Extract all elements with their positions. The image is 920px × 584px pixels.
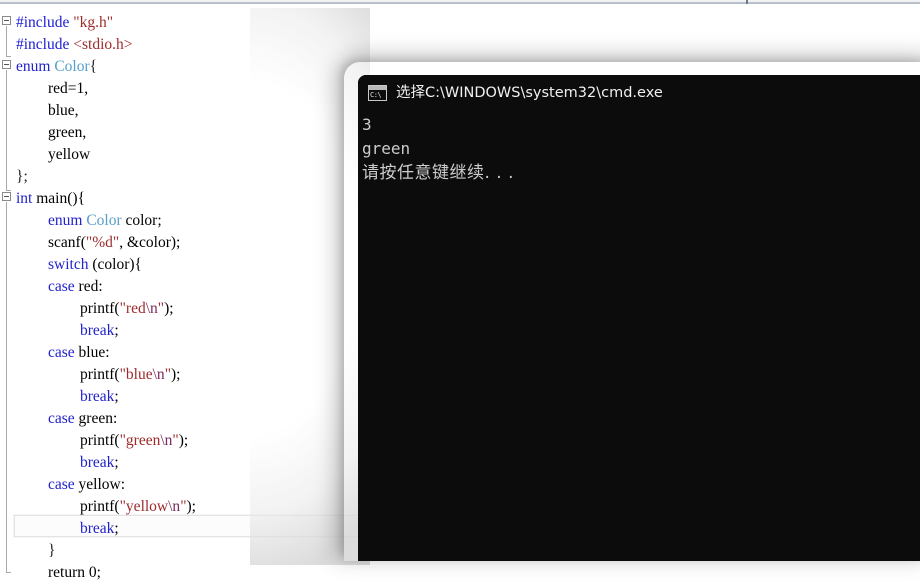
code-token: Color: [86, 212, 122, 229]
code-token: #include: [16, 36, 74, 53]
code-line[interactable]: case green:: [0, 408, 117, 430]
code-token: printf(: [80, 366, 120, 383]
code-line[interactable]: enum Color color;: [0, 210, 162, 232]
code-token: Color: [54, 58, 90, 75]
code-token: ;: [114, 322, 119, 339]
code-token: case: [48, 410, 79, 427]
code-token: return 0;: [48, 564, 101, 581]
code-token: <stdio.h>: [73, 36, 133, 53]
cmd-icon-prompt-glyph: C:\: [370, 91, 382, 99]
code-line[interactable]: yellow: [0, 144, 90, 166]
code-token: );: [171, 366, 181, 383]
code-token: blue,: [48, 102, 79, 119]
code-token: \n: [160, 432, 173, 449]
console-output-line: 3: [362, 115, 372, 134]
code-token: };: [16, 168, 28, 185]
code-line[interactable]: int main(){: [0, 188, 85, 210]
code-token: green:: [78, 410, 118, 427]
code-line[interactable]: #include <stdio.h>: [0, 34, 133, 56]
code-line[interactable]: red=1,: [0, 78, 88, 100]
code-token: "green: [119, 432, 161, 449]
code-token: "blue: [119, 366, 153, 383]
code-token: yellow: [48, 146, 91, 163]
code-token: blue:: [78, 344, 110, 361]
code-token: break: [80, 322, 115, 339]
code-token: yellow:: [78, 476, 126, 493]
code-token: red:: [78, 278, 103, 295]
code-token: {: [89, 58, 98, 75]
code-token: \n: [145, 300, 158, 317]
code-token: "yellow: [119, 498, 169, 515]
code-line[interactable]: case blue:: [0, 342, 110, 364]
code-token: int: [16, 190, 37, 207]
code-token: , &color);: [119, 234, 181, 251]
code-token: enum: [16, 58, 55, 75]
code-token: color;: [121, 212, 162, 229]
console-output-area[interactable]: 3 green 请按任意键继续. . .: [358, 111, 920, 561]
console-title-text: 选择C:\WINDOWS\system32\cmd.exe: [396, 85, 663, 101]
code-token: printf(: [80, 432, 120, 449]
code-token: main(){: [36, 190, 86, 207]
code-token: break: [80, 520, 115, 537]
code-token: #include: [16, 14, 74, 31]
code-token: case: [48, 278, 79, 295]
code-line[interactable]: blue,: [0, 100, 79, 122]
code-line[interactable]: return 0;: [0, 562, 101, 584]
code-line[interactable]: scanf("%d", &color);: [0, 232, 180, 254]
code-token: "red: [119, 300, 146, 317]
code-token: \n: [152, 366, 165, 383]
code-token: green,: [48, 124, 87, 141]
code-line[interactable]: };: [0, 166, 28, 188]
code-line[interactable]: break;: [0, 452, 119, 474]
code-token: printf(: [80, 300, 120, 317]
code-token: break: [80, 388, 115, 405]
cmd-console-icon: C:\: [368, 85, 387, 101]
code-line[interactable]: printf("blue\n");: [0, 364, 180, 386]
code-line[interactable]: }: [0, 540, 55, 562]
code-token: "kg.h": [73, 14, 114, 31]
code-line[interactable]: break;: [0, 386, 119, 408]
code-token: scanf(: [48, 234, 86, 251]
code-line[interactable]: case red:: [0, 276, 103, 298]
cmd-console-window[interactable]: C:\ 选择C:\WINDOWS\system32\cmd.exe 3 green…: [358, 75, 920, 561]
code-token: \n: [168, 498, 181, 515]
code-token: ;: [114, 454, 119, 471]
code-line[interactable]: printf("green\n");: [0, 430, 188, 452]
code-token: );: [178, 432, 189, 449]
code-line[interactable]: break;: [0, 320, 119, 342]
code-token: ;: [114, 520, 119, 537]
code-token: printf(: [80, 498, 120, 515]
code-line[interactable]: enum Color{: [0, 56, 97, 78]
code-line[interactable]: printf("red\n");: [0, 298, 174, 320]
code-token: );: [186, 498, 196, 515]
code-token: enum: [48, 212, 87, 229]
code-line[interactable]: case yellow:: [0, 474, 125, 496]
editor-edge-shading: [250, 8, 370, 565]
code-token: red=1,: [48, 80, 89, 97]
code-token: break: [80, 454, 115, 471]
console-output-line: green: [362, 139, 411, 158]
code-token: switch: [48, 256, 89, 273]
code-line[interactable]: switch (color){: [0, 254, 142, 276]
code-line[interactable]: green,: [0, 122, 86, 144]
console-output-line: 请按任意键继续. . .: [362, 163, 515, 183]
code-token: ;: [114, 388, 119, 405]
code-token: (color){: [88, 256, 142, 273]
code-line[interactable]: break;: [0, 518, 119, 540]
code-line[interactable]: printf("yellow\n");: [0, 496, 196, 518]
code-token: }: [48, 542, 56, 559]
code-token: case: [48, 476, 79, 493]
console-titlebar[interactable]: C:\ 选择C:\WINDOWS\system32\cmd.exe: [358, 75, 920, 111]
code-token: );: [164, 300, 174, 317]
code-token: "%d": [85, 234, 120, 251]
code-line[interactable]: #include "kg.h": [0, 12, 113, 34]
code-token: case: [48, 344, 79, 361]
